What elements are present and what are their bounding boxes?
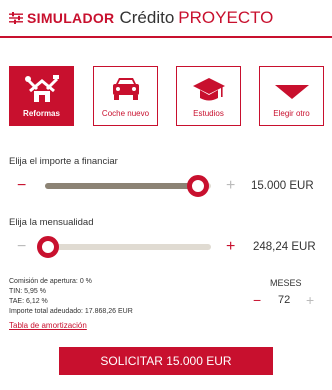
installment-slider-handle[interactable]	[37, 236, 60, 258]
commission-text: Comisión de apertura: 0 %	[9, 278, 92, 285]
tile-label: Elegir otro	[273, 109, 310, 118]
tile-reformas[interactable]: Reformas	[9, 66, 74, 126]
tile-coche-nuevo[interactable]: Coche nuevo	[93, 66, 158, 126]
tile-elegir-otro[interactable]: Elegir otro	[259, 66, 324, 126]
months-increase-button[interactable]: +	[306, 292, 314, 308]
installment-slider-row: − + 248,24 EUR	[0, 236, 332, 258]
amount-slider-fill	[45, 183, 198, 189]
installment-increase-button[interactable]: +	[226, 239, 235, 255]
amortization-table-link[interactable]: Tabla de amortización	[9, 321, 87, 330]
installment-slider-track[interactable]	[37, 236, 211, 258]
purpose-selector: Reformas Coche nuevo Estudios Elegir otr…	[9, 66, 325, 126]
installment-decrease-button[interactable]: −	[17, 239, 26, 255]
months-label: MESES	[270, 278, 302, 288]
sliders-icon	[9, 12, 23, 24]
total-owed-text: Importe total adeudado: 17.868,26 EUR	[9, 308, 133, 315]
installment-label: Elija la mensualidad	[9, 217, 94, 228]
tile-estudios[interactable]: Estudios	[176, 66, 241, 126]
graduation-cap-icon	[192, 78, 225, 101]
dropdown-triangle-icon	[274, 85, 309, 99]
simulator-header: SIMULADOR Crédito PROYECTO	[0, 0, 332, 38]
installment-value: 248,24 EUR	[253, 241, 316, 253]
amount-value: 15.000 EUR	[251, 180, 314, 192]
tile-label: Reformas	[23, 109, 60, 118]
brand-label: SIMULADOR	[27, 10, 115, 26]
amount-slider-handle[interactable]	[186, 175, 209, 197]
product-label: Crédito	[119, 8, 175, 27]
page-title: PROYECTO	[178, 8, 274, 27]
amount-label: Elija el importe a financiar	[9, 156, 118, 167]
tin-text: TIN: 5,95 %	[9, 288, 46, 295]
tae-text: TAE: 6,12 %	[9, 298, 48, 305]
months-value: 72	[278, 294, 291, 306]
amount-slider-row: − + 15.000 EUR	[0, 175, 332, 197]
tile-label: Estudios	[193, 109, 224, 118]
amount-decrease-button[interactable]: −	[17, 178, 26, 194]
amount-increase-button[interactable]: +	[226, 178, 235, 194]
car-icon	[112, 78, 139, 100]
tile-label: Coche nuevo	[101, 109, 150, 118]
amount-slider-track[interactable]	[45, 175, 211, 197]
apply-button[interactable]: SOLICITAR 15.000 EUR	[59, 347, 273, 375]
months-decrease-button[interactable]: −	[253, 292, 261, 308]
house-tools-icon	[24, 75, 59, 102]
